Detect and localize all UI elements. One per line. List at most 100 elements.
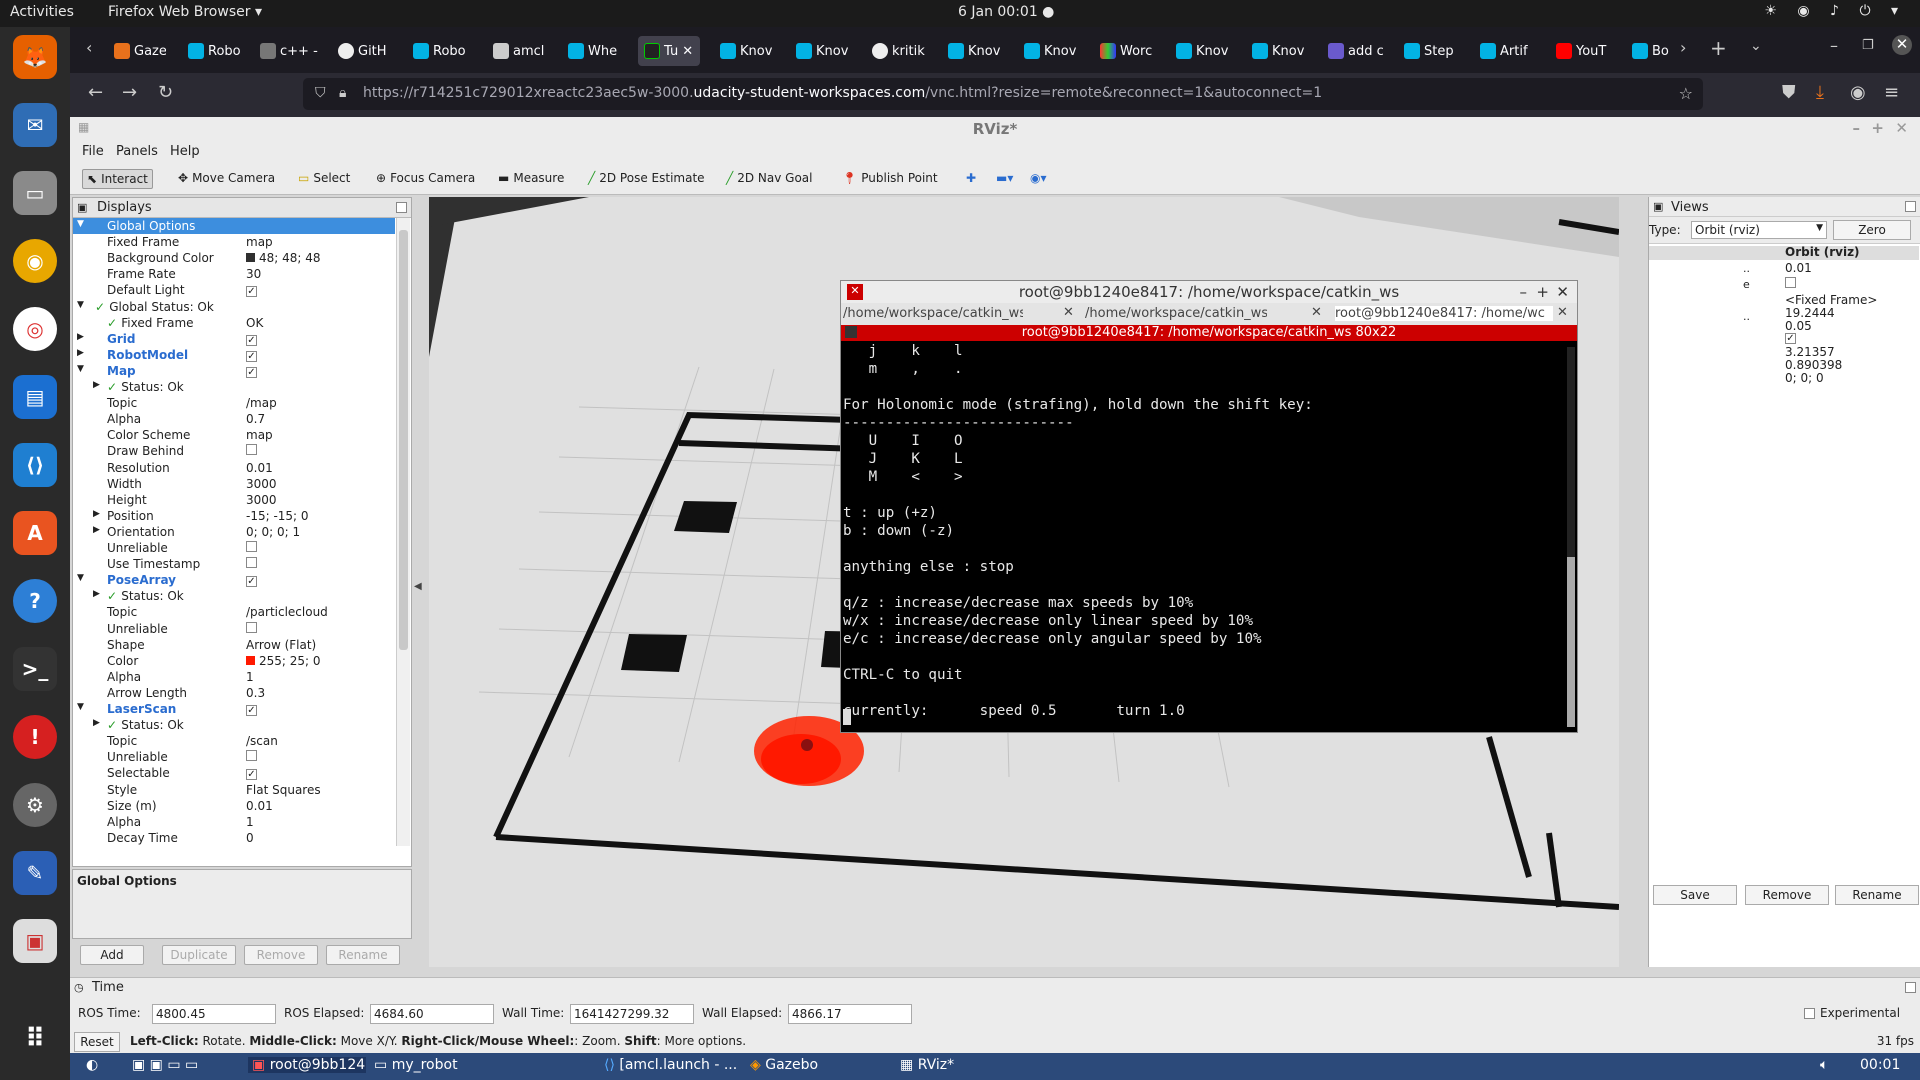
pocket-icon[interactable]: ⛊ bbox=[1782, 82, 1796, 103]
display-property-row[interactable]: Alpha 1 bbox=[73, 669, 395, 685]
expand-arrow-icon[interactable]: ▼ bbox=[77, 702, 84, 712]
property-value[interactable]: 3000 bbox=[246, 493, 277, 507]
view-prop-value[interactable]: 0.890398 bbox=[1785, 358, 1842, 372]
activities-button[interactable]: Activities bbox=[10, 4, 74, 20]
view-prop-checkbox[interactable] bbox=[1785, 277, 1796, 288]
display-property-row[interactable]: Alpha 0.7 bbox=[73, 411, 395, 427]
duplicate-display-button[interactable]: Duplicate bbox=[162, 945, 236, 965]
display-property-row[interactable]: Shape Arrow (Flat) bbox=[73, 637, 395, 653]
expand-arrow-icon[interactable]: ▶ bbox=[93, 509, 100, 519]
expand-arrow-icon[interactable]: ▶ bbox=[93, 718, 100, 728]
property-value[interactable]: 0.3 bbox=[246, 686, 265, 700]
display-property-row[interactable]: Topic/map bbox=[73, 395, 395, 411]
quick-launch-icons[interactable]: ▣ ▣ ▭ ▭ bbox=[132, 1057, 198, 1073]
property-checkbox[interactable]: ✓ bbox=[246, 769, 257, 781]
account-icon[interactable]: ◉ bbox=[1850, 82, 1866, 103]
display-property-row[interactable]: ▼ Global Options bbox=[73, 218, 395, 234]
property-value[interactable]: /particlecloud bbox=[246, 605, 328, 619]
forward-icon[interactable]: → bbox=[122, 82, 137, 103]
display-property-row[interactable]: Use Timestamp bbox=[73, 556, 395, 572]
display-property-row[interactable]: Draw Behind bbox=[73, 443, 395, 459]
view-prop-checkbox[interactable]: ✓ bbox=[1785, 333, 1796, 344]
tab[interactable]: Whe bbox=[568, 36, 624, 66]
display-property-row[interactable]: Selectable ✓ bbox=[73, 765, 395, 781]
rviz-close-icon[interactable]: ✕ bbox=[1895, 119, 1908, 137]
tab[interactable]: YouT bbox=[1556, 36, 1612, 66]
expand-arrow-icon[interactable]: ▼ bbox=[77, 300, 84, 310]
property-value[interactable] bbox=[246, 444, 257, 458]
wall-time-field[interactable]: 1641427299.32 bbox=[570, 1004, 694, 1024]
display-property-row[interactable]: ▶ Grid ✓ bbox=[73, 331, 395, 347]
tab-list-icon[interactable]: ⌄ bbox=[1750, 38, 1762, 54]
display-property-row[interactable]: Default Light ✓ bbox=[73, 282, 395, 298]
property-value[interactable]: 1 bbox=[246, 670, 254, 684]
app-menu[interactable]: Firefox Web Browser ▾ bbox=[108, 4, 262, 20]
property-checkbox[interactable]: ✓ bbox=[246, 334, 257, 346]
property-value[interactable]: /scan bbox=[246, 734, 278, 748]
lock-icon[interactable]: 🔒︎ bbox=[339, 85, 346, 101]
property-value[interactable] bbox=[246, 557, 257, 571]
view-prop-value[interactable]: 0.05 bbox=[1785, 319, 1812, 333]
minimize-icon[interactable]: – bbox=[1830, 36, 1838, 55]
property-value[interactable]: Flat Squares bbox=[246, 783, 321, 797]
property-checkbox[interactable]: ✓ bbox=[246, 576, 257, 588]
display-property-row[interactable]: Resolution 0.01 bbox=[73, 460, 395, 476]
rviz-maximize-icon[interactable]: + bbox=[1871, 119, 1884, 137]
display-property-row[interactable]: Unreliable bbox=[73, 621, 395, 637]
add-tool-button[interactable]: ✚ bbox=[962, 169, 980, 187]
vnc-viewport[interactable]: ▦ RViz* – + ✕ File Panels Help ⬉ Interact… bbox=[70, 117, 1920, 1080]
terminal-close-icon[interactable]: ✕ bbox=[1556, 283, 1569, 301]
close-tab-icon[interactable]: ✕ bbox=[682, 44, 693, 59]
tab[interactable]: Gaze bbox=[114, 36, 166, 66]
terminal-scrollbar[interactable] bbox=[1567, 347, 1575, 727]
expand-arrow-icon[interactable]: ▶ bbox=[77, 348, 84, 358]
wall-elapsed-field[interactable]: 4866.17 bbox=[788, 1004, 912, 1024]
property-value[interactable]: 255; 25; 0 bbox=[246, 654, 321, 668]
taskbar-item-terminal[interactable]: ▣ root@9bb1240... bbox=[248, 1057, 366, 1073]
terminal-tab-active[interactable]: root@9bb1240e8417: /home/wc bbox=[1335, 306, 1553, 321]
screenshot-icon[interactable]: ▣ bbox=[13, 919, 57, 963]
property-checkbox[interactable] bbox=[246, 621, 257, 633]
shield-icon[interactable]: ⛉ bbox=[315, 85, 326, 101]
property-value[interactable]: Arrow (Flat) bbox=[246, 638, 316, 652]
property-value[interactable]: ✓ bbox=[246, 702, 257, 716]
tab-scroll-left-icon[interactable]: ‹ bbox=[86, 38, 92, 57]
menu-panels[interactable]: Panels bbox=[116, 144, 158, 159]
interact-tool[interactable]: ⬉ Interact bbox=[82, 169, 153, 189]
pose-estimate-tool[interactable]: ╱ 2D Pose Estimate bbox=[584, 169, 709, 187]
tab[interactable]: Bo bbox=[1632, 36, 1672, 66]
rhythmbox-icon[interactable]: ◉ bbox=[13, 239, 57, 283]
undock-checkbox[interactable] bbox=[396, 202, 407, 213]
rename-view-button[interactable]: Rename bbox=[1835, 885, 1919, 905]
taskbar-item-amcl[interactable]: ⟨⟩ [amcl.launch - ... bbox=[604, 1057, 738, 1073]
display-property-row[interactable]: Arrow Length 0.3 bbox=[73, 685, 395, 701]
taskbar-item-rviz[interactable]: ▦ RViz* bbox=[900, 1057, 954, 1073]
rviz-minimize-icon[interactable]: – bbox=[1853, 119, 1861, 137]
display-property-row[interactable]: Decay Time 0 bbox=[73, 830, 395, 846]
bookmark-star-icon[interactable]: ☆ bbox=[1679, 84, 1693, 103]
property-value[interactable]: ✓ bbox=[246, 573, 257, 588]
property-value[interactable]: ✓ bbox=[246, 348, 257, 362]
terminal-scrollbar-thumb[interactable] bbox=[1567, 557, 1575, 727]
terminal-window[interactable]: ✕ root@9bb1240e8417: /home/workspace/cat… bbox=[840, 280, 1578, 733]
tab[interactable]: Artif bbox=[1480, 36, 1536, 66]
property-checkbox[interactable] bbox=[246, 444, 257, 456]
display-property-row[interactable]: ▶ Position -15; -15; 0 bbox=[73, 508, 395, 524]
tab[interactable]: c++ - bbox=[260, 36, 320, 66]
property-checkbox[interactable]: ✓ bbox=[246, 705, 257, 716]
vscode-icon[interactable]: ⟨⟩ bbox=[13, 443, 57, 487]
reset-button[interactable]: Reset bbox=[74, 1032, 120, 1052]
start-menu-icon[interactable]: ◐ bbox=[86, 1057, 98, 1073]
property-value[interactable]: ✓ bbox=[246, 766, 257, 781]
display-property-row[interactable]: ▼ Map ✓ bbox=[73, 363, 395, 379]
remove-display-button[interactable]: Remove bbox=[244, 945, 318, 965]
measure-tool[interactable]: ▬ Measure bbox=[494, 169, 568, 187]
property-value[interactable]: 30 bbox=[246, 267, 261, 281]
displays-scrollbar[interactable] bbox=[396, 218, 410, 846]
display-property-row[interactable]: Unreliable bbox=[73, 540, 395, 556]
maximize-icon[interactable]: ❐ bbox=[1862, 38, 1874, 53]
tab[interactable]: Worc bbox=[1100, 36, 1156, 66]
terminal-maximize-icon[interactable]: + bbox=[1536, 283, 1549, 301]
expand-arrow-icon[interactable]: ▼ bbox=[77, 219, 84, 229]
time-undock-checkbox[interactable] bbox=[1905, 982, 1916, 993]
